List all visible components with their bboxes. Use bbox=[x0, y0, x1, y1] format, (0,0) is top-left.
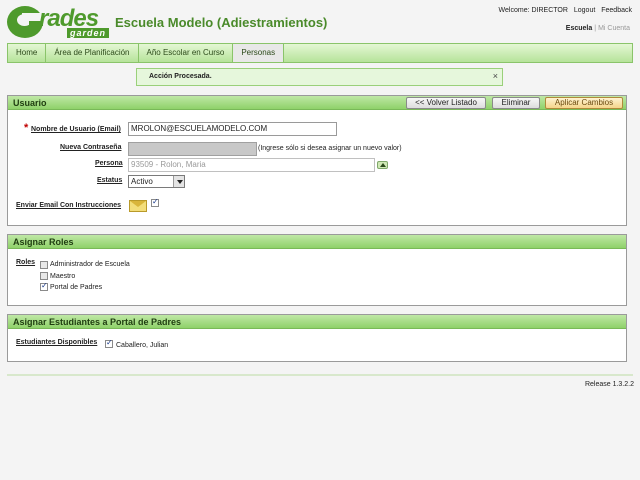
gradesgarden-logo: rades garden bbox=[7, 4, 110, 40]
role-checkbox-maestro[interactable] bbox=[40, 272, 48, 280]
estatus-value: Activo bbox=[131, 177, 153, 186]
context-links: Escuela | Mi Cuenta bbox=[566, 25, 630, 32]
roles-panel-header: Asignar Roles bbox=[8, 235, 626, 249]
role-label-portal-padres: Portal de Padres bbox=[50, 284, 103, 291]
role-checkbox-portal-padres[interactable] bbox=[40, 281, 48, 291]
tab-ano-escolar[interactable]: Año Escolar en Curso bbox=[139, 44, 234, 62]
estudiantes-panel-header: Asignar Estudiantes a Portal de Padres bbox=[8, 315, 626, 329]
footer-divider bbox=[7, 374, 633, 376]
roles-panel: Asignar Roles Roles Administrador de Esc… bbox=[7, 234, 627, 306]
status-message: Acción Procesada. × bbox=[136, 68, 503, 86]
logo-subtext: garden bbox=[67, 28, 110, 38]
back-button[interactable]: << Volver Listado bbox=[406, 97, 486, 109]
panel-title: Asignar Roles bbox=[13, 237, 74, 247]
persona-lookup-icon[interactable] bbox=[377, 161, 388, 169]
roles-label: Roles bbox=[16, 259, 36, 266]
escuela-link[interactable]: Escuela bbox=[566, 25, 592, 32]
send-email-label: Enviar Email Con Instrucciones bbox=[16, 202, 122, 209]
release-version: Release 1.3.2.2 bbox=[584, 381, 634, 388]
persona-field[interactable]: 93509 - Rolon, Maria bbox=[128, 158, 375, 172]
apply-changes-button[interactable]: Aplicar Cambios bbox=[545, 97, 623, 109]
password-label: Nueva Contraseña bbox=[60, 144, 122, 151]
panel-title: Asignar Estudiantes a Portal de Padres bbox=[13, 317, 182, 327]
welcome-text: Welcome: DIRECTOR bbox=[498, 7, 568, 14]
main-nav: Home Área de Planificación Año Escolar e… bbox=[7, 43, 633, 63]
app-title: Escuela Modelo (Adiestramientos) bbox=[115, 15, 328, 30]
role-label-admin: Administrador de Escuela bbox=[50, 261, 130, 268]
student-label: Caballero, Julian bbox=[116, 342, 169, 349]
username-label: Nombre de Usuario (Email) bbox=[31, 126, 121, 133]
role-checkbox-admin[interactable] bbox=[40, 261, 48, 269]
envelope-icon bbox=[129, 200, 147, 212]
tab-personas[interactable]: Personas bbox=[233, 44, 285, 62]
role-label-maestro: Maestro bbox=[50, 273, 76, 280]
top-links: Welcome: DIRECTOR Logout Feedback bbox=[495, 7, 632, 14]
estatus-select[interactable]: Activo bbox=[128, 175, 185, 188]
student-checkbox[interactable] bbox=[105, 338, 113, 348]
feedback-link[interactable]: Feedback bbox=[601, 7, 632, 14]
status-message-text: Acción Procesada. bbox=[149, 73, 212, 80]
logout-link[interactable]: Logout bbox=[574, 7, 595, 14]
persona-label: Persona bbox=[95, 160, 123, 167]
usuario-panel: Usuario << Volver Listado Eliminar Aplic… bbox=[7, 95, 627, 226]
username-field[interactable]: MROLON@ESCUELAMODELO.COM bbox=[128, 122, 337, 136]
panel-title: Usuario bbox=[13, 98, 47, 108]
mi-cuenta-link[interactable]: Mi Cuenta bbox=[598, 25, 630, 32]
password-hint: (Ingrese sólo si desea asignar un nuevo … bbox=[258, 145, 402, 152]
close-icon[interactable]: × bbox=[493, 68, 498, 84]
required-marker: * bbox=[24, 122, 29, 134]
estudiantes-panel: Asignar Estudiantes a Portal de Padres E… bbox=[7, 314, 627, 362]
chevron-down-icon bbox=[173, 176, 184, 187]
tab-home[interactable]: Home bbox=[8, 44, 47, 62]
password-field[interactable] bbox=[128, 142, 257, 156]
delete-button[interactable]: Eliminar bbox=[492, 97, 540, 109]
tab-area-planificacion[interactable]: Área de Planificación bbox=[46, 44, 139, 62]
send-email-checkbox[interactable] bbox=[151, 197, 159, 207]
usuario-panel-header: Usuario << Volver Listado Eliminar Aplic… bbox=[8, 96, 626, 110]
estudiantes-label: Estudiantes Disponibles bbox=[16, 339, 98, 346]
estatus-label: Estatus bbox=[97, 177, 123, 184]
link-separator: | bbox=[594, 25, 597, 32]
